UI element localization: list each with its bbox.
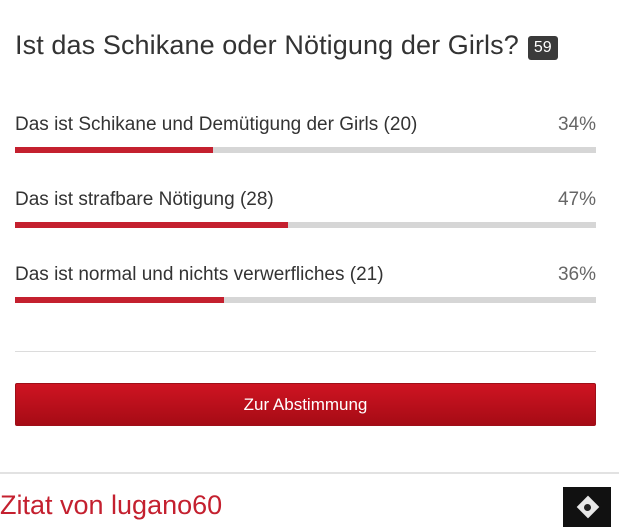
quote-author-heading: Zitat von lugano60: [0, 490, 223, 520]
poll-option-percent: 34%: [557, 114, 596, 135]
poll-option: Das ist strafbare Nötigung (28) 47%: [15, 189, 596, 228]
poll-option-label: Das ist strafbare Nötigung (28): [15, 189, 274, 210]
poll-option: Das ist normal und nichts verwerfliches …: [15, 264, 596, 303]
poll-option-bar-fill: [15, 297, 225, 303]
avatar[interactable]: [563, 487, 611, 527]
poll-option-bar: [15, 222, 596, 228]
poll-option: Das ist Schikane und Demütigung der Girl…: [15, 114, 596, 153]
section-divider: [0, 472, 619, 474]
vote-button[interactable]: Zur Abstimmung: [15, 383, 596, 426]
poll-option-label: Das ist Schikane und Demütigung der Girl…: [15, 114, 418, 135]
poll-option-bar: [15, 297, 596, 303]
poll-header: Ist das Schikane oder Nötigung der Girls…: [15, 30, 558, 61]
poll-option-bar: [15, 147, 596, 153]
poll-option-label: Das ist normal und nichts verwerfliches …: [15, 264, 384, 285]
poll-title: Ist das Schikane oder Nötigung der Girls…: [15, 30, 519, 60]
vote-count-badge: 59: [527, 35, 558, 60]
poll-option-percent: 47%: [557, 189, 596, 210]
poll-option-bar-fill: [15, 222, 289, 228]
poll-option-bar-fill: [15, 147, 213, 153]
divider: [15, 351, 596, 352]
poll-option-percent: 36%: [557, 264, 596, 285]
avatar-detail: [584, 504, 591, 511]
